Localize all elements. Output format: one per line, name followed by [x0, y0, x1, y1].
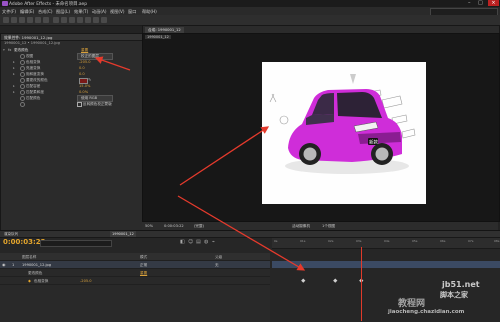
watermark-site: 教程网: [398, 299, 426, 309]
watermark-url: jiaocheng.chazidian.com: [388, 309, 465, 315]
arrow-to-keyframe: [177, 195, 306, 271]
arrow-to-hue-value: [94, 56, 131, 71]
arrow-to-car: [179, 126, 270, 186]
watermark-domain: jb51.net: [442, 280, 480, 289]
watermark-brand: 脚本之家: [440, 291, 468, 299]
annotation-arrows: [94, 56, 306, 271]
